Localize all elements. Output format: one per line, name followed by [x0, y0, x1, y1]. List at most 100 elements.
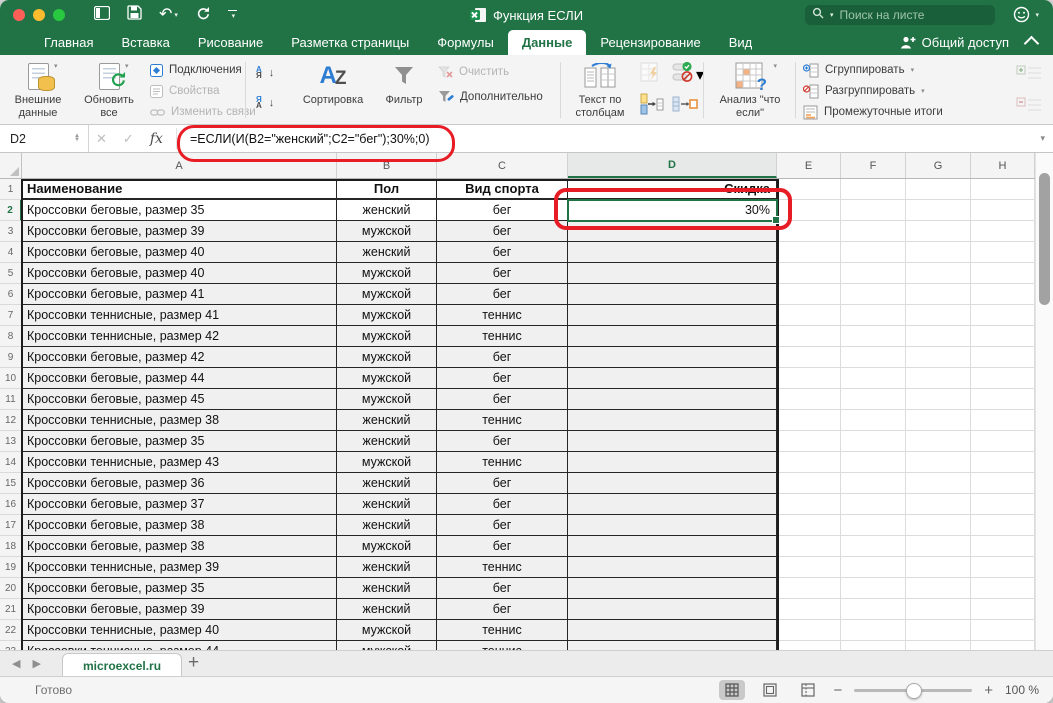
zoom-slider-thumb[interactable]	[906, 683, 922, 699]
cell-B18[interactable]: мужской	[337, 536, 437, 557]
cell-H6[interactable]	[971, 284, 1035, 305]
cell-E7[interactable]	[777, 305, 841, 326]
cell-B8[interactable]: мужской	[337, 326, 437, 347]
cell-B5[interactable]: мужской	[337, 263, 437, 284]
cell-A19[interactable]: Кроссовки теннисные, размер 39	[22, 557, 337, 578]
cell-E15[interactable]	[777, 473, 841, 494]
external-data-button[interactable]: ▾ Внешние данные	[6, 60, 70, 119]
row-header-3[interactable]: 3	[0, 221, 22, 242]
cell-A2[interactable]: Кроссовки беговые, размер 35	[22, 200, 337, 221]
cell-H12[interactable]	[971, 410, 1035, 431]
cell-C5[interactable]: бег	[437, 263, 568, 284]
cell-B2[interactable]: женский	[337, 200, 437, 221]
feedback-button[interactable]: ▾	[1013, 6, 1039, 23]
cell-G6[interactable]	[906, 284, 971, 305]
cell-E16[interactable]	[777, 494, 841, 515]
cell-B23[interactable]: мужской	[337, 641, 437, 650]
row-header-9[interactable]: 9	[0, 347, 22, 368]
cell-B19[interactable]: женский	[337, 557, 437, 578]
cell-H9[interactable]	[971, 347, 1035, 368]
cell-C20[interactable]: бег	[437, 578, 568, 599]
cell-G3[interactable]	[906, 221, 971, 242]
cell-B7[interactable]: мужской	[337, 305, 437, 326]
cell-D11[interactable]	[568, 389, 777, 410]
cell-G12[interactable]	[906, 410, 971, 431]
cell-F11[interactable]	[841, 389, 906, 410]
cell-D20[interactable]	[568, 578, 777, 599]
cell-G15[interactable]	[906, 473, 971, 494]
cell-D16[interactable]	[568, 494, 777, 515]
cell-G23[interactable]	[906, 641, 971, 650]
cell-E1[interactable]	[777, 179, 841, 200]
cell-A12[interactable]: Кроссовки теннисные, размер 38	[22, 410, 337, 431]
cell-G8[interactable]	[906, 326, 971, 347]
row-header-2[interactable]: 2	[0, 200, 22, 221]
cell-B12[interactable]: женский	[337, 410, 437, 431]
zoom-out-icon[interactable]: −	[833, 682, 842, 699]
cell-F10[interactable]	[841, 368, 906, 389]
column-header-F[interactable]: F	[841, 153, 906, 178]
cell-C19[interactable]: теннис	[437, 557, 568, 578]
cell-H21[interactable]	[971, 599, 1035, 620]
column-header-A[interactable]: A	[22, 153, 337, 178]
row-header-17[interactable]: 17	[0, 515, 22, 536]
cell-C6[interactable]: бег	[437, 284, 568, 305]
cell-G16[interactable]	[906, 494, 971, 515]
cell-A21[interactable]: Кроссовки беговые, размер 39	[22, 599, 337, 620]
cell-C8[interactable]: теннис	[437, 326, 568, 347]
cell-H1[interactable]	[971, 179, 1035, 200]
vertical-scrollbar[interactable]	[1035, 153, 1053, 650]
cell-D15[interactable]	[568, 473, 777, 494]
row-header-10[interactable]: 10	[0, 368, 22, 389]
insert-function-icon[interactable]: fx	[150, 131, 163, 147]
cell-D4[interactable]	[568, 242, 777, 263]
cell-B20[interactable]: женский	[337, 578, 437, 599]
row-header-5[interactable]: 5	[0, 263, 22, 284]
cell-C12[interactable]: теннис	[437, 410, 568, 431]
cell-C21[interactable]: бег	[437, 599, 568, 620]
cell-H13[interactable]	[971, 431, 1035, 452]
cell-B15[interactable]: женский	[337, 473, 437, 494]
cell-B11[interactable]: мужской	[337, 389, 437, 410]
name-box[interactable]: D2 ▲ ▼	[0, 125, 89, 152]
cell-F3[interactable]	[841, 221, 906, 242]
cell-F15[interactable]	[841, 473, 906, 494]
cell-G17[interactable]	[906, 515, 971, 536]
cell-G13[interactable]	[906, 431, 971, 452]
cell-A1[interactable]: Наименование	[22, 179, 337, 200]
cell-C18[interactable]: бег	[437, 536, 568, 557]
cell-H2[interactable]	[971, 200, 1035, 221]
row-header-1[interactable]: 1	[0, 179, 22, 200]
cell-F4[interactable]	[841, 242, 906, 263]
row-header-12[interactable]: 12	[0, 410, 22, 431]
cancel-entry-icon[interactable]: ✕	[96, 131, 107, 147]
cell-G20[interactable]	[906, 578, 971, 599]
row-header-14[interactable]: 14	[0, 452, 22, 473]
cell-H14[interactable]	[971, 452, 1035, 473]
cell-B21[interactable]: женский	[337, 599, 437, 620]
clear-filter-button[interactable]: Очистить	[438, 64, 543, 80]
text-to-columns-button[interactable]: Текст по столбцам	[566, 60, 634, 119]
cell-C13[interactable]: бег	[437, 431, 568, 452]
cell-H11[interactable]	[971, 389, 1035, 410]
cell-C14[interactable]: теннис	[437, 452, 568, 473]
cell-H4[interactable]	[971, 242, 1035, 263]
row-header-11[interactable]: 11	[0, 389, 22, 410]
cell-A3[interactable]: Кроссовки беговые, размер 39	[22, 221, 337, 242]
cell-E8[interactable]	[777, 326, 841, 347]
cell-C10[interactable]: бег	[437, 368, 568, 389]
cell-G5[interactable]	[906, 263, 971, 284]
group-button[interactable]: Сгруппировать ▾	[803, 62, 943, 78]
cell-D6[interactable]	[568, 284, 777, 305]
sort-button[interactable]: AZ Сортировка	[292, 60, 374, 107]
sort-descending-button[interactable]: ЯА ↓	[256, 95, 274, 111]
cell-H23[interactable]	[971, 641, 1035, 650]
cell-A11[interactable]: Кроссовки беговые, размер 45	[22, 389, 337, 410]
cell-E12[interactable]	[777, 410, 841, 431]
sheet-tab[interactable]: microexcel.ru	[62, 653, 182, 677]
cell-H16[interactable]	[971, 494, 1035, 515]
cell-A16[interactable]: Кроссовки беговые, размер 37	[22, 494, 337, 515]
cell-F9[interactable]	[841, 347, 906, 368]
cell-B13[interactable]: женский	[337, 431, 437, 452]
column-header-G[interactable]: G	[906, 153, 971, 178]
